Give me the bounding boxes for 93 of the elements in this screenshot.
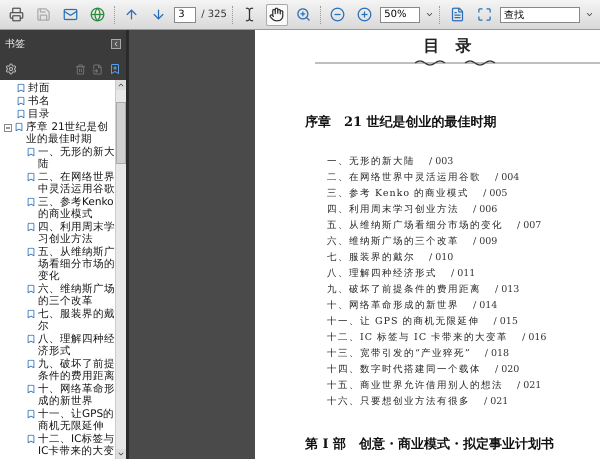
bookmark-item[interactable]: 七、服装界的戴尔 xyxy=(38,308,115,332)
bookmark-icon xyxy=(26,334,36,344)
caret-icon[interactable] xyxy=(585,10,594,19)
toc-entry: 十五、商业世界允许借用别人的想法 xyxy=(327,378,503,392)
part-heading: 第 I 部 创意・商业模式・拟定事业计划书 xyxy=(305,436,556,453)
page-number: / 003 xyxy=(429,156,454,166)
hand-icon xyxy=(269,7,284,22)
bookmark-item[interactable]: 一、无形的新大陆 xyxy=(38,146,115,170)
scrollbar[interactable] xyxy=(115,80,126,459)
bookmark-item[interactable]: 二、在网络世界中灵活运用谷歌 xyxy=(38,171,115,195)
caret-icon[interactable] xyxy=(425,10,434,19)
toc-entry: 十六、只要想创业方法有很多 xyxy=(327,394,470,408)
zoom-field[interactable]: 50% xyxy=(380,6,420,22)
page-number: / 018 xyxy=(484,348,510,358)
bookmark-item[interactable]: 三、参考Kenko的商业模式 xyxy=(38,196,115,220)
bookmark-item[interactable]: 十、网络革命形成的新世界 xyxy=(38,383,115,407)
envelope-icon xyxy=(63,7,78,22)
bookmark-item[interactable]: 八、理解四种经济形式 xyxy=(38,333,115,357)
page-number: / 014 xyxy=(473,300,498,310)
toc-entry: 十三、宽带引发的“产业猝死” xyxy=(327,346,471,360)
collapse-panel-button[interactable] xyxy=(111,39,121,49)
scroll-down-icon[interactable] xyxy=(117,450,125,458)
bookmark-item[interactable]: 六、维纳斯广场的三个改革 xyxy=(38,283,115,307)
page-number: / 016 xyxy=(522,332,546,342)
bookmark-icon xyxy=(26,222,36,232)
bookmark-icon xyxy=(26,147,36,157)
bookmark-item[interactable]: 五、从维纳斯广场看细分市场的变化 xyxy=(38,246,115,282)
toc-entry: 四、利用周末学习创业方法 xyxy=(327,202,459,216)
toc-entry: 七、服装界的戴尔 xyxy=(327,250,415,264)
page-icon xyxy=(450,7,465,22)
toc-entry: 一、无形的新大陆 xyxy=(327,154,415,168)
expand-icon xyxy=(476,7,492,22)
magnifier-icon xyxy=(296,7,312,22)
toc-entry: 五、从维纳斯广场看细分市场的变化 xyxy=(327,218,503,232)
bookmark-item[interactable]: 目录 xyxy=(28,108,50,120)
bookmark-item[interactable]: 书名 xyxy=(28,95,50,107)
page-number: / 015 xyxy=(494,316,518,326)
bookmark-icon xyxy=(26,197,36,207)
toc-entry: 九、破坏了前提条件的费用距离 xyxy=(327,282,481,296)
page-number: / 021 xyxy=(484,396,508,406)
page-number-field[interactable]: 3 xyxy=(174,6,196,22)
minus-icon xyxy=(5,125,11,131)
page-number: / 020 xyxy=(495,364,520,374)
hand-tool-button[interactable] xyxy=(266,4,288,26)
chevron-left-icon xyxy=(112,40,120,48)
page-number: / 006 xyxy=(473,204,498,214)
collapse-toggle[interactable] xyxy=(4,124,12,132)
new-bookmark-icon[interactable] xyxy=(109,63,121,75)
bookmark-icon xyxy=(26,309,36,319)
bookmark-icon xyxy=(26,434,36,444)
arrow-down-icon xyxy=(150,7,166,22)
printer-icon xyxy=(9,7,24,22)
bookmark-item[interactable]: 十二、IC标签与IC卡带来的大变 xyxy=(38,433,115,457)
page-number: / 011 xyxy=(451,268,476,278)
globe-icon xyxy=(90,7,106,22)
page-number: / 004 xyxy=(495,172,520,182)
toc-entry: 十四、数字时代搭建同一个载体 xyxy=(327,362,481,376)
scroll-up-icon[interactable] xyxy=(117,81,125,89)
bookmark-item[interactable]: 封面 xyxy=(28,82,50,94)
chapter-heading: 序章 21 世纪是创业的最佳时期 xyxy=(305,114,498,131)
plus-circle-icon xyxy=(356,7,372,22)
panel-title: 书签 xyxy=(5,38,25,51)
bookmark-icon xyxy=(26,172,36,182)
toc-entry: 十、网络革命形成的新世界 xyxy=(327,298,459,312)
toc-entry: 二、在网络世界中灵活运用谷歌 xyxy=(327,170,481,184)
page-title: 目 录 xyxy=(422,36,472,57)
bookmark-icon xyxy=(26,409,36,419)
bookmark-import-icon[interactable] xyxy=(92,64,103,74)
bookmark-icon xyxy=(26,384,36,394)
bookmark-icon xyxy=(26,284,36,294)
bookmark-item[interactable]: 十一、让GPS的商机无限延伸 xyxy=(38,408,115,432)
delete-icon[interactable] xyxy=(75,64,86,74)
bookmark-item[interactable]: 九、破坏了前提条件的费用距离 xyxy=(38,358,115,382)
toc-entry: 十二、IC 标签与 IC 卡带来的大变革 xyxy=(327,330,508,344)
bookmark-item[interactable]: 四、利用周末学习创业方法 xyxy=(38,221,115,245)
page-number: / 021 xyxy=(517,380,542,390)
toc-entry: 十一、让 GPS 的商机无限延伸 xyxy=(327,314,480,328)
page-count: / 325 xyxy=(201,9,227,20)
toc-entry: 六、维纳斯广场的三个改革 xyxy=(327,234,459,248)
bookmark-item[interactable]: 序章 21世纪是创业的最佳时期 xyxy=(26,121,115,145)
page-number: / 007 xyxy=(517,220,542,230)
toc-entry: 八、理解四种经济形式 xyxy=(327,266,437,280)
page-number: / 013 xyxy=(495,284,520,294)
search-field[interactable]: 查找 xyxy=(500,6,580,22)
page-number: / 009 xyxy=(473,236,498,246)
scrollbar-thumb[interactable] xyxy=(116,102,126,164)
page-number: / 010 xyxy=(429,252,454,262)
bookmark-icon xyxy=(26,247,36,257)
toc-entry: 三、参考 Kenko 的商业模式 xyxy=(327,186,470,200)
minus-circle-icon xyxy=(330,7,345,22)
settings-icon[interactable] xyxy=(5,63,17,75)
bookmark-icon xyxy=(26,359,36,369)
page-number: / 005 xyxy=(483,188,508,198)
